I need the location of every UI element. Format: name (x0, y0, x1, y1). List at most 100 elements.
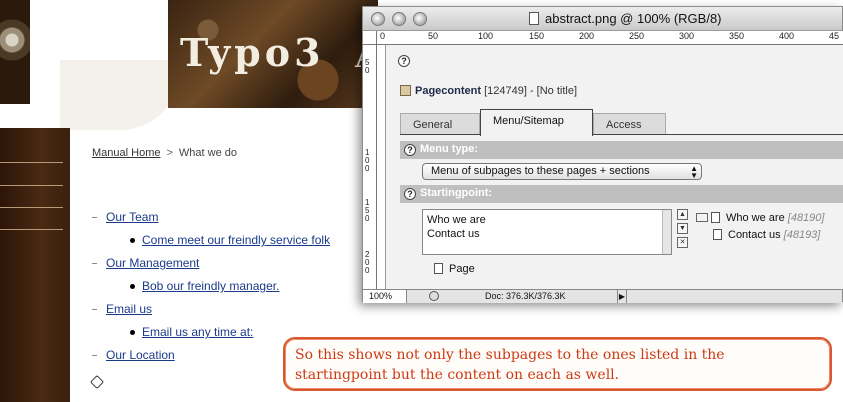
annotation-callout: So this shows not only the subpages to t… (283, 337, 832, 391)
tab-underline (400, 134, 843, 135)
ruler-label: 150 (529, 31, 545, 41)
image-window: abstract.png @ 100% (RGB/8) 0 50 100 150… (362, 6, 843, 303)
menu-type-select[interactable]: Menu of subpages to these pages + sectio… (422, 163, 702, 180)
dash-bullet-icon (92, 217, 97, 219)
sidebar-nav (0, 128, 70, 402)
ruler-label: 0 (380, 31, 386, 41)
window-titlebar[interactable]: abstract.png @ 100% (RGB/8) (363, 7, 842, 31)
breadcrumb-current: What we do (178, 147, 238, 159)
pagecontent-label: Pagecontent (415, 85, 482, 97)
ruler-label: 1 5 0 (365, 198, 370, 223)
sidebar-divider (0, 185, 63, 186)
screenshot-root: Typo3 A Manual Home>What we do Our Team … (0, 0, 843, 402)
ruler-corner (363, 31, 377, 45)
page-icon (711, 212, 720, 223)
ruler-label: 250 (629, 31, 645, 41)
help-icon[interactable]: ? (404, 144, 416, 156)
dash-bullet-icon (92, 309, 97, 311)
menu-type-label: Menu type: (420, 143, 479, 155)
dot-bullet-icon (130, 284, 135, 290)
page-tree: Who we are [48190] Contact us [48193] (696, 210, 824, 244)
close-window-button[interactable] (371, 12, 385, 26)
folder-icon (696, 213, 708, 222)
submenu-item: Come meet our freindly service folk (130, 233, 330, 247)
ruler-label: 2 0 0 (365, 250, 370, 275)
ruler-label: 100 (478, 31, 494, 41)
menu-link-our-team[interactable]: Our Team (106, 210, 158, 224)
help-icon[interactable]: ? (404, 188, 416, 200)
navigator-icon[interactable] (429, 291, 439, 301)
sidebar-divider (0, 162, 63, 163)
submenu-item: Bob our freindly manager. (130, 279, 279, 293)
ruler-label: 5 0 (365, 58, 370, 75)
ruler-label: 350 (729, 31, 745, 41)
startingpoint-header: ? Startingpoint: (400, 185, 843, 203)
content-element-icon (400, 85, 411, 96)
status-bar: 100% Doc: 376.3K/376.3K ▶ (363, 289, 842, 303)
pagecontent-header: Pagecontent [124749] - [No title] (400, 85, 577, 97)
status-menu-arrow-icon[interactable]: ▶ (617, 290, 627, 303)
help-icon[interactable]: ? (398, 55, 410, 67)
dot-bullet-icon (130, 330, 135, 336)
ruler-label: 400 (779, 31, 795, 41)
breadcrumb-home-link[interactable]: Manual Home (92, 147, 160, 159)
menu-link-email-us[interactable]: Email us (106, 302, 152, 316)
updown-arrows-icon: ▲ ▼ (690, 164, 698, 180)
sidebar-divider (0, 207, 63, 208)
dot-bullet-icon (130, 238, 135, 244)
page-type-row[interactable]: Page (434, 263, 475, 275)
menu-type-header: ? Menu type: (400, 141, 843, 159)
minimize-window-button[interactable] (392, 12, 406, 26)
page-icon (713, 229, 722, 240)
submenu-link[interactable]: Email us any time at: (142, 325, 253, 339)
tab-general[interactable]: General (400, 113, 480, 135)
zoom-window-button[interactable] (413, 12, 427, 26)
menu-link-our-location[interactable]: Our Location (106, 348, 175, 362)
move-up-button[interactable]: ▲ (677, 209, 688, 220)
menu-item: Our Team (92, 210, 158, 224)
submenu-link[interactable]: Come meet our freindly service folk (142, 233, 330, 247)
breadcrumb: Manual Home > What we do (92, 147, 237, 159)
gear-art-image (0, 0, 30, 104)
menu-item: Our Management (92, 256, 199, 270)
tree-item-id: [48190] (787, 212, 825, 224)
ruler-label: 50 (428, 31, 439, 41)
page-icon (434, 263, 443, 274)
remove-item-button[interactable]: ✕ (677, 237, 688, 248)
list-scrollbar[interactable] (662, 210, 671, 254)
horizontal-ruler: 0 50 100 150 200 250 300 350 400 45 (377, 31, 843, 45)
image-canvas: ? Pagecontent [124749] - [No title] Gene… (377, 45, 843, 289)
ruler-label: 45 (829, 31, 840, 41)
backend-form-screenshot: ? Pagecontent [124749] - [No title] Gene… (385, 45, 843, 289)
menu-item: Email us (92, 302, 152, 316)
tree-item[interactable]: Contact us [48193] (696, 227, 824, 244)
zoom-level-field[interactable]: 100% (363, 290, 407, 303)
list-item[interactable]: Contact us (427, 227, 667, 241)
tree-item-label: Who we are (726, 212, 785, 224)
menu-type-value: Menu of subpages to these pages + sectio… (431, 165, 650, 177)
pagecontent-meta: [124749] - [No title] (484, 85, 578, 97)
menu-link-our-management[interactable]: Our Management (106, 256, 199, 270)
doc-size-readout: Doc: 376.3K/376.3K (485, 291, 566, 301)
brand-title: Typo3 (180, 30, 325, 75)
window-title: abstract.png @ 100% (RGB/8) (545, 11, 722, 26)
sidebar-divider (0, 229, 63, 230)
page-label: Page (449, 263, 475, 275)
submenu-link[interactable]: Bob our freindly manager. (142, 279, 279, 293)
move-down-button[interactable]: ▼ (677, 223, 688, 234)
vertical-ruler: 5 0 1 0 0 1 5 0 2 0 0 (363, 45, 377, 289)
ruler-label: 1 0 0 (365, 148, 370, 173)
list-item[interactable]: Who we are (427, 213, 667, 227)
dash-bullet-icon (92, 355, 97, 357)
tree-item[interactable]: Who we are [48190] (696, 210, 824, 227)
tab-menu-sitemap[interactable]: Menu/Sitemap (480, 109, 593, 136)
dash-bullet-icon (92, 263, 97, 265)
submenu-item: Email us any time at: (130, 325, 253, 339)
menu-item: Our Location (92, 348, 175, 362)
tree-item-label: Contact us (728, 229, 781, 241)
tree-item-id: [48193] (783, 229, 821, 241)
breadcrumb-separator: > (166, 147, 173, 159)
startingpoint-list[interactable]: Who we are Contact us (422, 209, 672, 255)
document-icon (529, 12, 539, 25)
tab-access[interactable]: Access (593, 113, 666, 135)
